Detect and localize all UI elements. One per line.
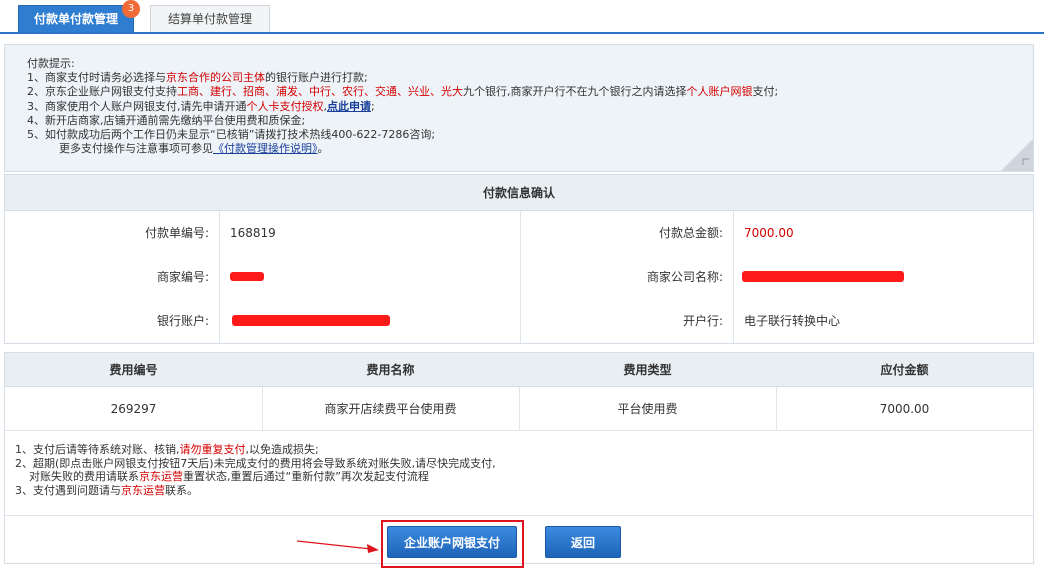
fee-id-cell: 269297 (110, 402, 157, 416)
redaction-mark (230, 272, 264, 281)
payment-info-title: 付款信息确认 (5, 175, 1033, 211)
tip-line-4: 4、新开店商家,店铺开通前需先缴纳平台使用费和质保金; (27, 113, 306, 127)
button-area: 企业账户网银支付 返回 (5, 515, 1033, 568)
table-row: 269297 商家开店续费平台使用费 平台使用费 7000.00 (5, 387, 1033, 431)
order-no-value: 168819 (220, 211, 520, 255)
bank-value: 电子联行转换中心 (734, 299, 1033, 343)
info-row-2: 商家编号: 商家公司名称: (5, 255, 1033, 299)
note-line-3: 3、支付遇到问题请与京东运营联系。 (15, 483, 198, 497)
tip-line-6: 更多支付操作与注意事项可参见《付款管理操作说明》。 (59, 142, 329, 156)
tip-line-3: 3、商家使用个人账户网银支付,请先申请开通个人卡支付授权,点此申请; (27, 99, 375, 113)
tip-line-5: 5、如付款成功后两个工作日仍未显示“已核销”请拨打技术热线400-622-728… (27, 128, 436, 142)
manual-link[interactable]: 《付款管理操作说明》 (213, 142, 318, 155)
fee-col-name: 费用名称 (366, 363, 415, 377)
fee-col-id: 费用编号 (109, 363, 158, 377)
fee-amount-cell: 7000.00 (879, 402, 930, 416)
redaction-mark (232, 315, 390, 326)
tab-payment-order[interactable]: 付款单付款管理 (18, 5, 134, 33)
tab-underline (0, 32, 1044, 34)
account-value (220, 299, 520, 343)
enterprise-online-pay-button[interactable]: 企业账户网银支付 (387, 526, 517, 558)
tip-line-1: 1、商家支付时请务必选择与京东合作的公司主体的银行账户进行打款; (27, 71, 368, 85)
info-row-1: 付款单编号: 168819 付款总金额: 7000.00 (5, 211, 1033, 255)
fee-col-type: 费用类型 (623, 363, 672, 377)
total-value: 7000.00 (734, 211, 1033, 255)
info-row-3: 银行账户: 开户行: 电子联行转换中心 (5, 299, 1033, 343)
note-line-1: 1、支付后请等待系统对账、核销,请勿重复支付,以免造成损失; (15, 443, 319, 456)
merchant-no-value (220, 255, 520, 299)
note-line-2b: 对账失败的费用请联系京东运营重置状态,重置后通过“重新付款”再次发起支付流程 (29, 470, 429, 484)
payment-tips: 付款提示: 1、商家支付时请务必选择与京东合作的公司主体的银行账户进行打款; 2… (4, 44, 1034, 172)
fee-table-header: 费用编号 费用名称 费用类型 应付金额 (5, 353, 1033, 387)
payment-notes: 1、支付后请等待系统对账、核销,请勿重复支付,以免造成损失; 2、超期(即点击账… (15, 443, 496, 497)
company-label: 商家公司名称: (521, 255, 733, 299)
tab-badge: 3 (122, 0, 140, 18)
fee-name-cell: 商家开店续费平台使用费 (324, 402, 457, 416)
total-label: 付款总金额: (521, 211, 733, 255)
apply-link[interactable]: 点此申请 (327, 100, 371, 113)
collapse-corner-icon[interactable] (1001, 139, 1033, 171)
tip-line-2: 2、京东企业账户网银支付支持工商、建行、招商、浦发、中行、农行、交通、兴业、光大… (27, 85, 779, 99)
order-no-label: 付款单编号: (5, 211, 219, 255)
tips-title: 付款提示: (27, 57, 75, 70)
payment-info-panel: 付款信息确认 付款单编号: 168819 付款总金额: 7000.00 商家编号… (4, 174, 1034, 344)
bank-label: 开户行: (521, 299, 733, 343)
tab-settlement-order[interactable]: 结算单付款管理 (150, 5, 270, 33)
merchant-no-label: 商家编号: (5, 255, 219, 299)
account-label: 银行账户: (5, 299, 219, 343)
tab-bar: 付款单付款管理 3 结算单付款管理 (0, 0, 1044, 34)
redaction-mark (742, 271, 904, 282)
company-value (734, 255, 1033, 299)
pointer-arrow-icon (296, 540, 379, 553)
back-button[interactable]: 返回 (545, 526, 621, 558)
fee-type-cell: 平台使用费 (617, 402, 678, 416)
fee-col-amount: 应付金额 (880, 363, 929, 377)
fee-panel: 费用编号 费用名称 费用类型 应付金额 269297 商家开店续费平台使用费 平… (4, 352, 1034, 568)
note-line-2: 2、超期(即点击账户网银支付按钮7天后)未完成支付的费用将会导致系统对账失败,请… (15, 456, 496, 470)
